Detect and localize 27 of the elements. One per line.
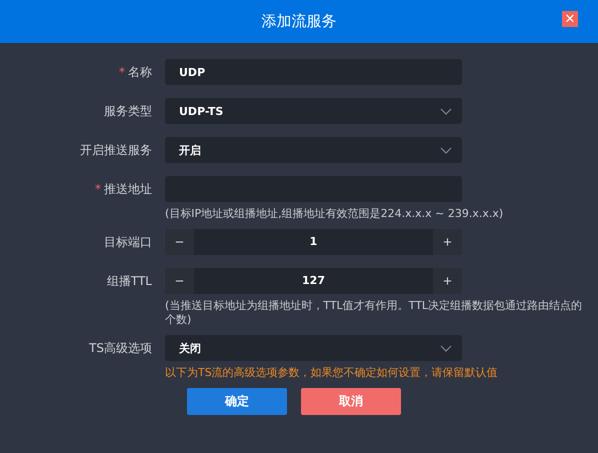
chevron-down-icon xyxy=(440,146,452,154)
field-label: 目标端口 xyxy=(103,234,152,250)
hint-text: (当推送目标地址为组播地址时，TTL值才有作用。TTL决定组播数据包通过路由结点的个数) xyxy=(164,299,584,327)
number-value: 127 xyxy=(301,273,326,289)
number-value: 1 xyxy=(308,234,318,250)
decrement-button[interactable]: − xyxy=(165,229,194,255)
select-field[interactable]: UDP-TS xyxy=(165,98,462,124)
text-field[interactable]: UDP xyxy=(165,59,462,85)
confirm-button[interactable]: 确定 xyxy=(187,388,287,415)
chevron-down-icon xyxy=(440,344,452,352)
increment-button[interactable]: + xyxy=(433,268,462,294)
number-field[interactable]: − 1 + xyxy=(165,229,462,255)
field-label: 服务类型 xyxy=(103,102,152,120)
hint-text: (目标IP地址或组播地址,组播地址有效范围是224.x.x.x ~ 239.x.x.x) xyxy=(164,207,504,221)
field-label: 开启推送服务 xyxy=(79,142,152,158)
dialog-title: 添加流服务 xyxy=(262,12,336,31)
chevron-down-icon xyxy=(440,108,452,114)
select-field[interactable]: 开启 xyxy=(165,137,462,163)
field-label: * 推送地址 xyxy=(94,180,152,198)
number-field[interactable]: − 127 + xyxy=(165,268,462,294)
warning-text: 以下为TS流的高级选项参数，如果您不确定如何设置，请保留默认值 xyxy=(164,366,499,380)
select-field[interactable]: 关闭 xyxy=(165,335,462,361)
field-label: 组播TTL xyxy=(106,272,152,290)
field-label: * 名称 xyxy=(118,64,152,80)
decrement-button[interactable]: − xyxy=(165,268,194,294)
increment-button[interactable]: + xyxy=(433,229,462,255)
field-label: TS高级选项 xyxy=(88,340,152,356)
